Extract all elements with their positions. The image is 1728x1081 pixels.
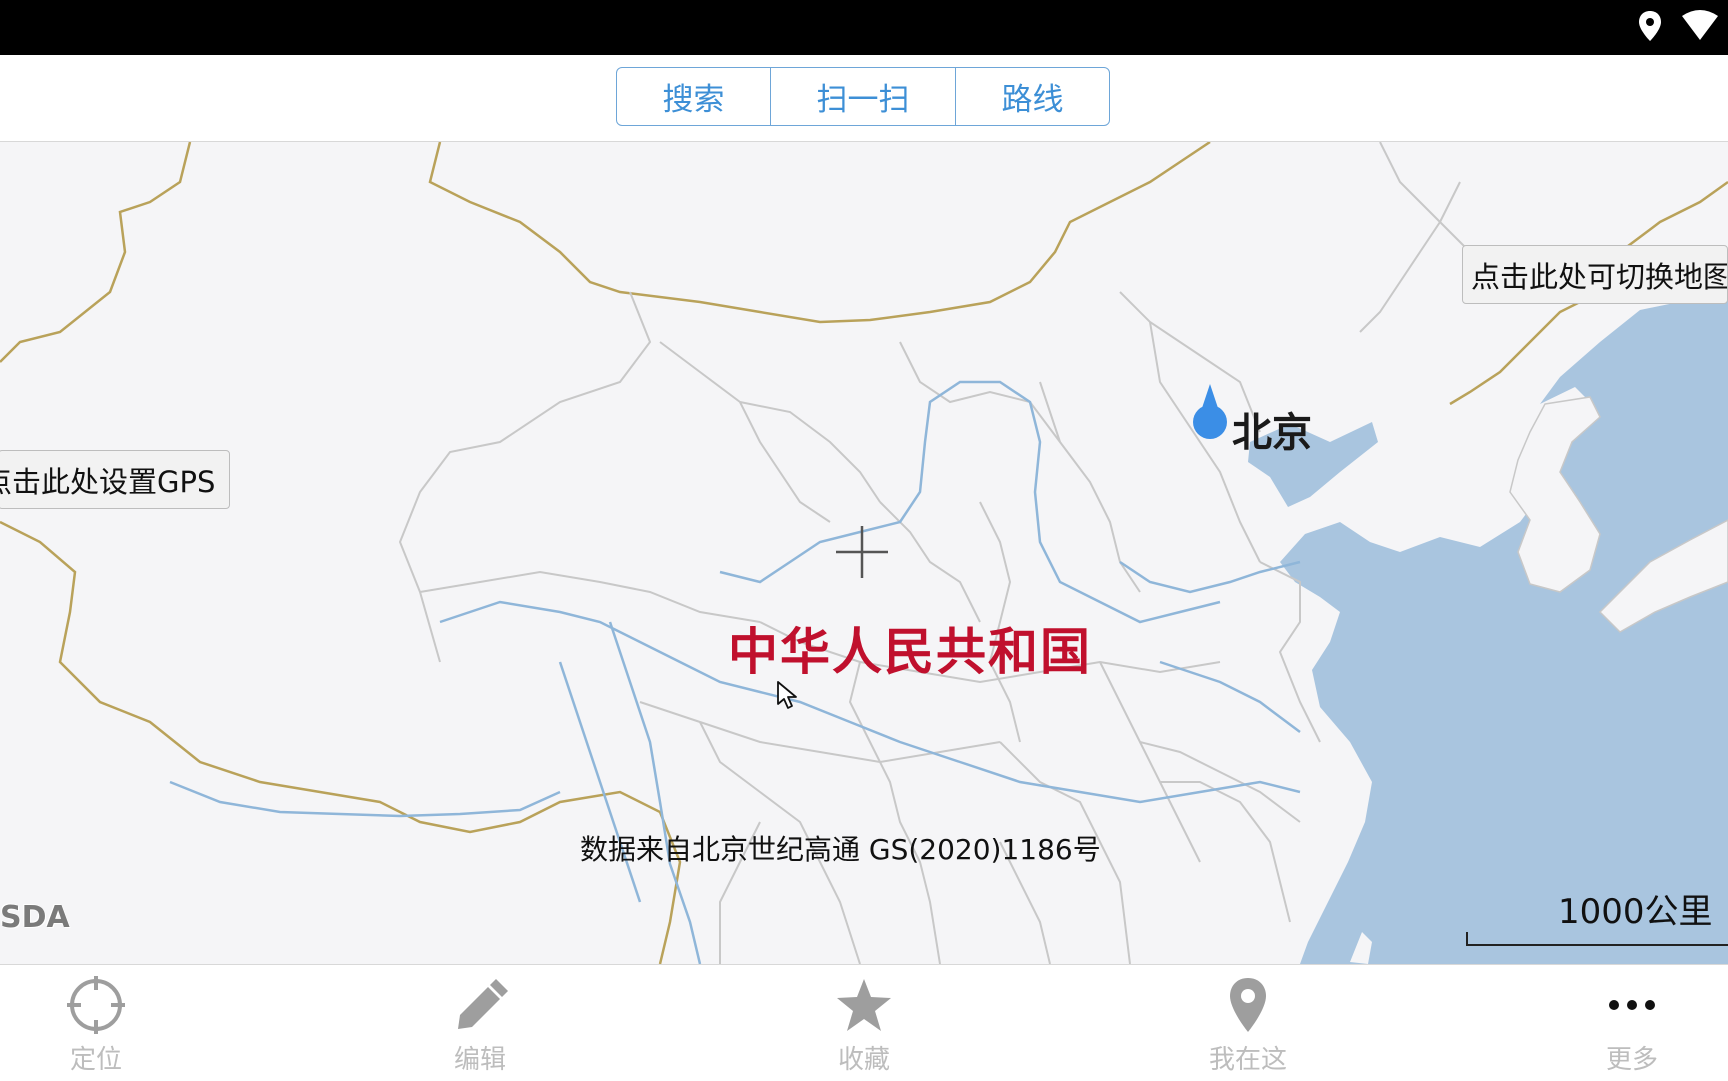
scan-button[interactable]: 扫一扫 xyxy=(770,67,956,126)
locate-crosshair-icon xyxy=(67,976,125,1034)
nav-more-label: 更多 xyxy=(1605,1045,1658,1075)
bottom-navigation: 定位 编辑 收藏 我在这 更多 xyxy=(0,964,1728,1081)
nav-locate-label: 定位 xyxy=(69,1045,122,1075)
search-button[interactable]: 搜索 xyxy=(616,67,771,126)
scale-bar xyxy=(1466,932,1728,946)
nav-edit-label: 编辑 xyxy=(453,1045,506,1075)
star-icon xyxy=(837,979,891,1031)
segmented-control: 搜索 扫一扫 路线 xyxy=(616,67,1110,126)
map-attribution: 数据来自北京世纪高通 GS(2020)1186号 xyxy=(580,833,1101,866)
scale-label: 1000公里 xyxy=(1558,892,1713,932)
sea-area xyxy=(1280,292,1728,964)
country-label: 中华人民共和国 xyxy=(728,623,1092,681)
top-toolbar: 搜索 扫一扫 路线 xyxy=(0,55,1728,142)
nav-favorites[interactable]: 收藏 xyxy=(784,965,944,1081)
wifi-icon xyxy=(1682,10,1718,40)
status-bar xyxy=(0,0,1728,55)
location-pin-icon xyxy=(1639,11,1661,41)
map-view[interactable]: 中华人民共和国 北京 点击此处设置GPS 点击此处可切换地图 数据来自北京世纪高… xyxy=(0,142,1728,964)
map-pin-icon xyxy=(1230,978,1266,1032)
location-drop-marker-icon[interactable] xyxy=(1190,382,1230,446)
map-watermark: SDA xyxy=(0,900,70,935)
city-label-beijing[interactable]: 北京 xyxy=(1232,400,1312,458)
mouse-cursor-icon xyxy=(777,681,797,709)
nav-favorites-label: 收藏 xyxy=(837,1045,890,1075)
nav-i-am-here-label: 我在这 xyxy=(1208,1045,1287,1075)
switch-map-callout[interactable]: 点击此处可切换地图 xyxy=(1462,245,1728,304)
gps-settings-callout[interactable]: 点击此处设置GPS xyxy=(0,450,230,509)
nav-edit[interactable]: 编辑 xyxy=(400,965,560,1081)
more-dots-icon xyxy=(1609,1000,1655,1010)
gps-callout-text: 点击此处设置GPS xyxy=(0,464,216,499)
route-button[interactable]: 路线 xyxy=(955,67,1110,126)
pencil-icon xyxy=(458,979,508,1029)
nav-locate[interactable]: 定位 xyxy=(16,965,176,1081)
switch-callout-text: 点击此处可切换地图 xyxy=(1471,259,1728,294)
crosshair-icon xyxy=(836,526,888,578)
nav-more[interactable]: 更多 xyxy=(1552,965,1712,1081)
nav-i-am-here[interactable]: 我在这 xyxy=(1168,965,1328,1081)
